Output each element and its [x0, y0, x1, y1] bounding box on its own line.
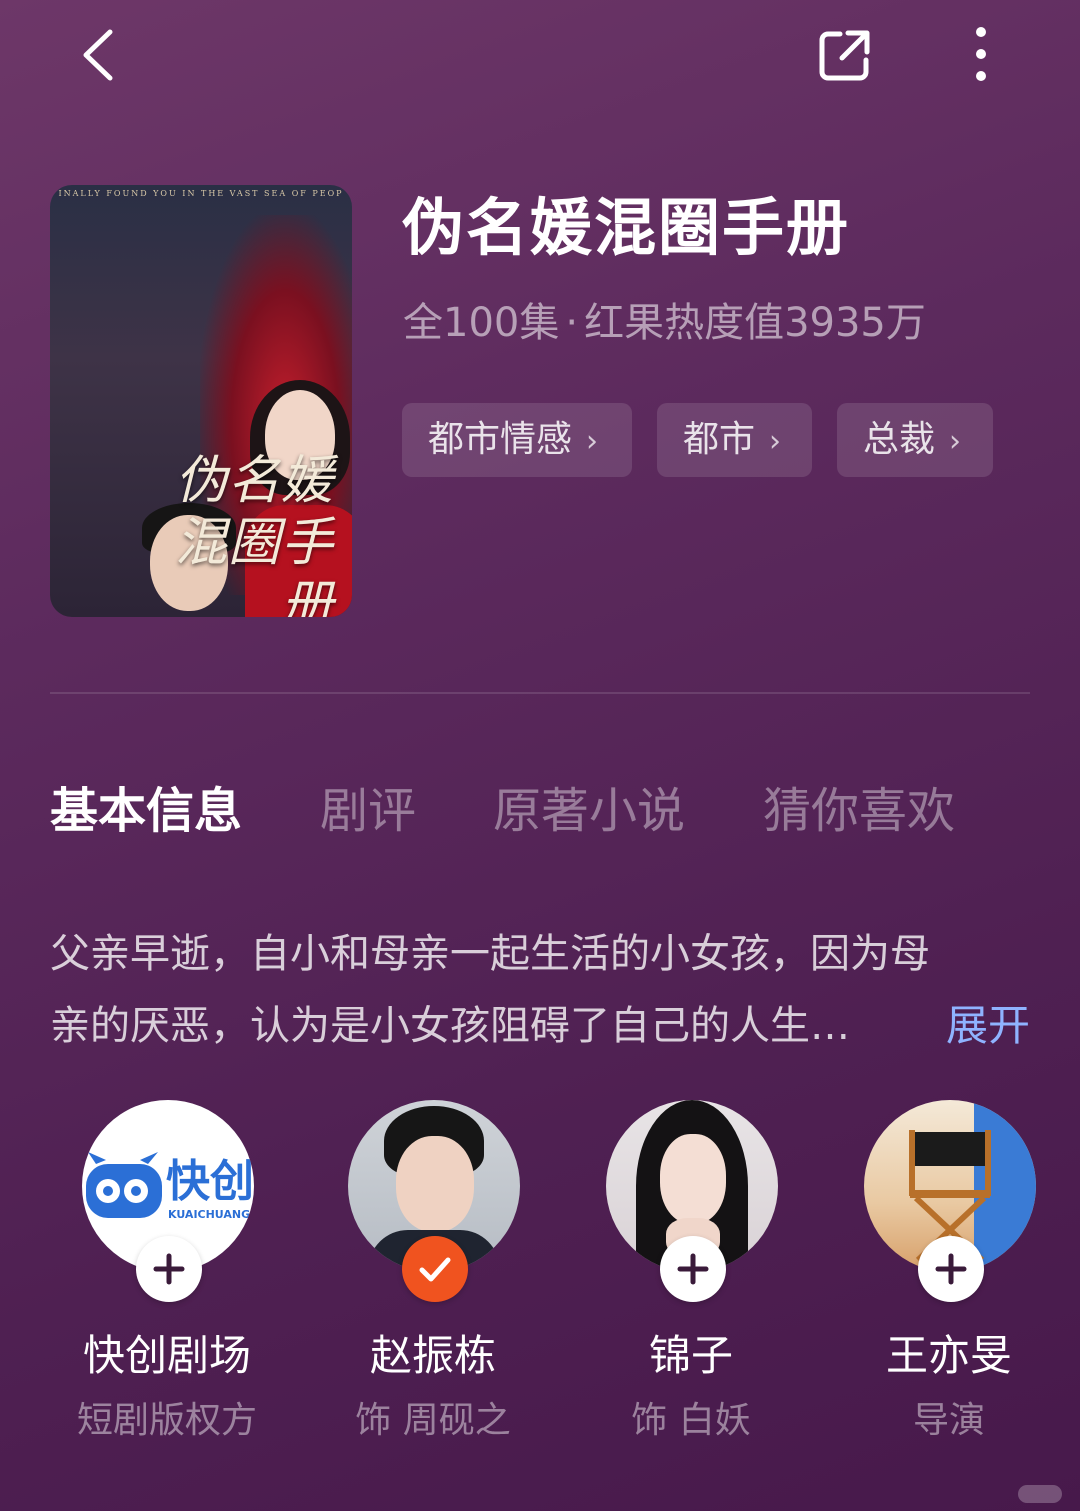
person-name[interactable]: 赵振栋	[308, 1328, 558, 1384]
more-vertical-icon[interactable]	[970, 26, 992, 82]
synopsis-line-2: 亲的厌恶，认为是小女孩阻碍了自己的人生…	[50, 1003, 850, 1049]
tag-urban-romance[interactable]: 都市情感 ›	[402, 403, 632, 477]
cover-tagline: INALLY FOUND YOU IN THE VAST SEA OF PEOP	[58, 189, 344, 198]
tab-recommendations[interactable]: 猜你喜欢	[763, 778, 955, 844]
tag-urban[interactable]: 都市 ›	[657, 403, 812, 477]
follow-button[interactable]	[918, 1236, 984, 1302]
tag-label: 都市情感	[428, 419, 573, 460]
back-chevron-icon[interactable]	[80, 28, 116, 82]
person-role: 饰 周砚之	[355, 1400, 511, 1441]
person-name[interactable]: 王亦旻	[824, 1328, 1074, 1384]
actress-face	[660, 1134, 726, 1224]
chevron-right-icon: ›	[586, 424, 599, 459]
top-bar	[0, 0, 1080, 110]
episode-count: 全100集	[403, 300, 560, 346]
kuaichuang-logo-text: 快创	[166, 1156, 254, 1207]
share-external-icon[interactable]	[818, 28, 872, 82]
cast-item-director: 王亦旻 导演	[824, 1100, 1074, 1450]
drama-cover-poster[interactable]: INALLY FOUND YOU IN THE VAST SEA OF PEOP…	[50, 185, 352, 617]
checkmark-icon	[419, 1257, 451, 1282]
person-role: 导演	[912, 1400, 985, 1441]
show-title: 伪名媛混圈手册	[402, 191, 851, 264]
cover-title-calligraphy: 伪名媛混圈手册	[174, 451, 334, 617]
cast-item-lead-actress: 锦子 饰 白妖	[566, 1100, 816, 1450]
chevron-right-icon: ›	[769, 424, 782, 459]
cast-item-lead-actor: 赵振栋 饰 周砚之	[308, 1100, 558, 1450]
plus-icon	[935, 1253, 967, 1285]
follow-button[interactable]	[660, 1236, 726, 1302]
tag-label: 都市	[683, 419, 756, 460]
tag-ceo[interactable]: 总裁 ›	[837, 403, 993, 477]
person-role: 饰 白妖	[631, 1400, 751, 1441]
plus-icon	[153, 1253, 185, 1285]
actor-face	[396, 1136, 474, 1232]
watermark-badge	[1018, 1485, 1062, 1503]
meta-separator: ·	[565, 300, 579, 346]
synopsis-expand-link[interactable]: 展开	[946, 990, 1030, 1062]
synopsis-text: 父亲早逝，自小和母亲一起生活的小女孩，因为母 亲的厌恶，认为是小女孩阻碍了自己的…	[50, 918, 1030, 1062]
section-divider	[50, 692, 1030, 694]
followed-button[interactable]	[402, 1236, 468, 1302]
kuaichuang-logo-subtext: KUAICHUANG	[168, 1208, 251, 1221]
person-role: 短剧版权方	[76, 1400, 257, 1441]
tab-original-novel[interactable]: 原著小说	[493, 778, 685, 844]
person-name[interactable]: 锦子	[566, 1328, 816, 1384]
person-name[interactable]: 快创剧场	[42, 1328, 292, 1384]
tag-label: 总裁	[863, 419, 936, 460]
follow-button[interactable]	[136, 1236, 202, 1302]
heat-value: 红果热度值3935万	[584, 300, 926, 346]
tab-basic-info[interactable]: 基本信息	[50, 778, 242, 844]
chevron-right-icon: ›	[949, 424, 962, 459]
synopsis-line-1: 父亲早逝，自小和母亲一起生活的小女孩，因为母	[50, 931, 930, 977]
show-meta: 全100集 · 红果热度值3935万	[403, 298, 926, 348]
plus-icon	[677, 1253, 709, 1285]
cast-item-producer: 快创 KUAICHUANG 快创剧场 短剧版权方	[42, 1100, 292, 1450]
tab-reviews[interactable]: 剧评	[320, 778, 416, 844]
